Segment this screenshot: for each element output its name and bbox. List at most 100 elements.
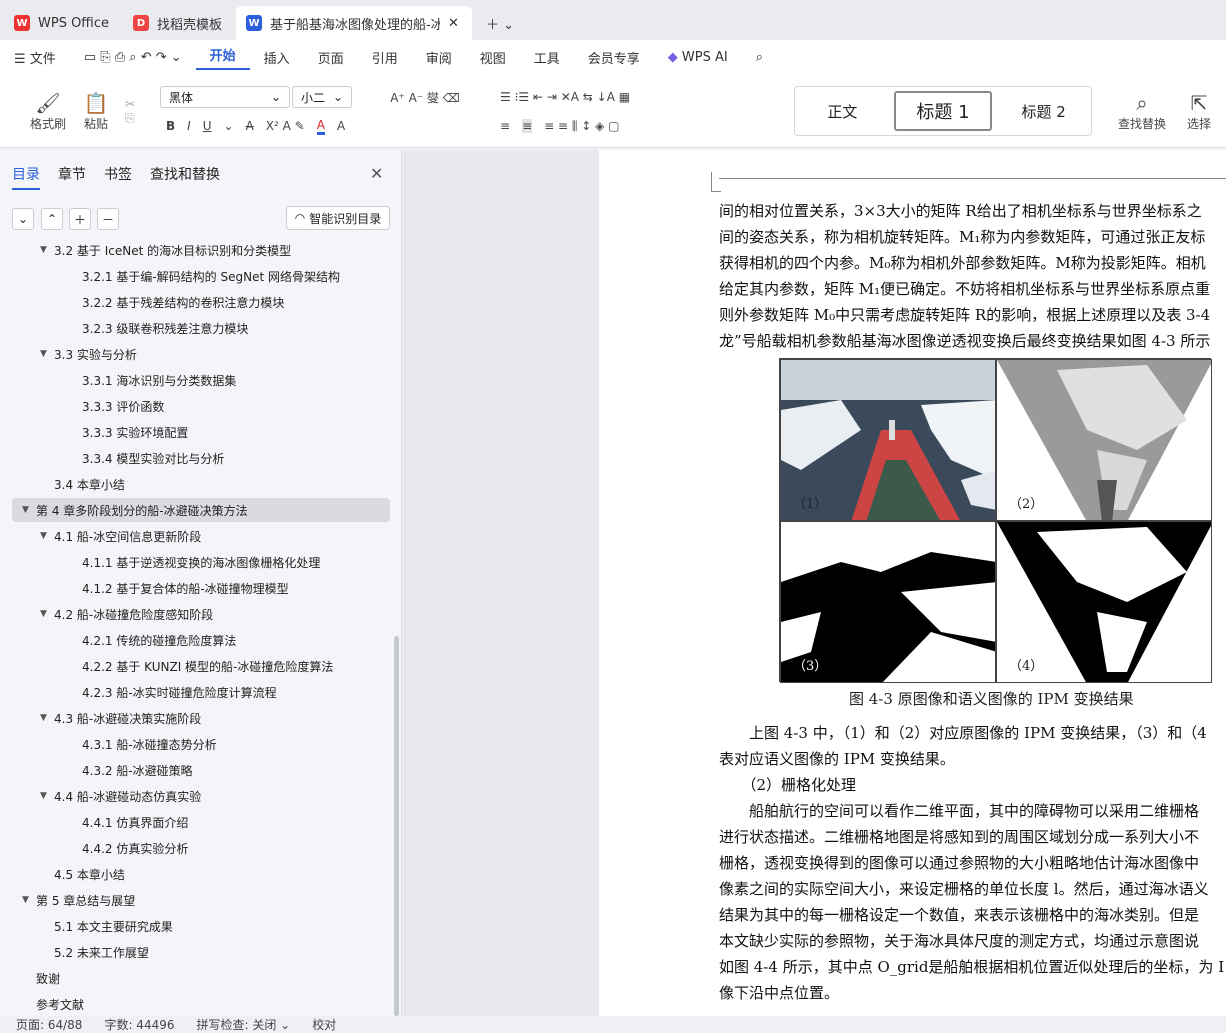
toc-item[interactable]: 5.1 本文主要研究成果 <box>12 914 390 938</box>
spell-check[interactable]: 拼写检查: 关闭 ⌄ <box>197 1016 291 1033</box>
image-semantic-ipm-transformed: （4） <box>996 521 1212 683</box>
toc-item-label: 3.3.3 评价函数 <box>82 399 165 414</box>
toc-item[interactable]: 3.2.3 级联卷积残差注意力模块 <box>12 316 390 340</box>
toc-item-label: 4.4.2 仿真实验分析 <box>82 841 189 856</box>
toc-item[interactable]: 3.4 本章小结 <box>12 472 390 496</box>
toc-item[interactable]: 3.2.2 基于残差结构的卷积注意力模块 <box>12 290 390 314</box>
toc-item[interactable]: 4.2.3 船-冰实时碰撞危险度计算流程 <box>12 680 390 704</box>
toc-item-label: 3.3.3 实验环境配置 <box>82 425 189 440</box>
toc-item[interactable]: 3.3.1 海冰识别与分类数据集 <box>12 368 390 392</box>
toc-item[interactable]: 4.1.2 基于复合体的船-冰碰撞物理模型 <box>12 576 390 600</box>
font-family-select[interactable]: 黑体 ⌄ <box>160 86 290 108</box>
add-icon[interactable]: ＋ <box>69 208 91 230</box>
paste-button[interactable]: 📋 粘贴 <box>74 84 118 138</box>
menu-review[interactable]: 审阅 <box>412 48 466 67</box>
menu-page[interactable]: 页面 <box>304 48 358 67</box>
text-line: 栅格，透视变换得到的图像可以通过参照物的大小粗略地估计海冰图像中 <box>719 854 1200 872</box>
toc-item[interactable]: 致谢 <box>12 966 390 990</box>
menu-member[interactable]: 会员专享 <box>574 48 654 67</box>
menu-file[interactable]: ☰ 文件 <box>0 48 70 67</box>
font-size-tools[interactable]: A⁺ A⁻ 燮 ⌫ <box>360 86 490 108</box>
toc-item[interactable]: 4.4.1 仿真界面介绍 <box>12 810 390 834</box>
scrollbar[interactable] <box>394 636 399 1016</box>
toc-item[interactable]: ▼ 4.1 船-冰空间信息更新阶段 <box>12 524 390 548</box>
close-tab-icon[interactable]: ✕ <box>448 16 459 31</box>
tab-bookmarks[interactable]: 书签 <box>104 164 132 190</box>
toc-item[interactable]: 3.3.3 实验环境配置 <box>12 420 390 444</box>
quick-access-icons[interactable]: ▭ ⎘ ⎙ ⌕ ↶ ↷ ⌄ <box>70 50 196 65</box>
toc-item-label: 4.5 本章小结 <box>54 867 125 882</box>
select-button[interactable]: ⇱ 选择 <box>1174 84 1224 138</box>
tab-document[interactable]: W 基于船基海冰图像处理的船-冰 ✕ <box>236 6 473 40</box>
toc-item[interactable]: ▼ 3.2 基于 IceNet 的海冰目标识别和分类模型 <box>12 238 390 262</box>
font-format-tools[interactable]: B I U ⌄ A X² A ✎ A A <box>160 114 490 138</box>
toc-item[interactable]: 参考文献 <box>12 992 390 1016</box>
toc-item[interactable]: ▼ 4.2 船-冰碰撞危险度感知阶段 <box>12 602 390 626</box>
expand-icon[interactable]: ⌃ <box>41 208 63 230</box>
smart-toc-button[interactable]: ◠ 智能识别目录 <box>286 206 390 230</box>
menu-reference[interactable]: 引用 <box>358 48 412 67</box>
menu-insert[interactable]: 插入 <box>250 48 304 67</box>
new-tab-button[interactable]: ＋ ⌄ <box>476 6 524 40</box>
close-icon[interactable]: ✕ <box>370 164 383 183</box>
menu-home[interactable]: 开始 <box>195 45 250 70</box>
menu-view[interactable]: 视图 <box>466 48 520 67</box>
toc-item[interactable]: ▼ 4.3 船-冰避碰决策实施阶段 <box>12 706 390 730</box>
tab-wps-office[interactable]: W WPS Office <box>4 6 119 40</box>
toc-item[interactable]: ▼ 第 4 章多阶段划分的船-冰避碰决策方法 <box>12 498 390 522</box>
toc-item[interactable]: 3.3.4 模型实验对比与分析 <box>12 446 390 470</box>
chevron-down-icon[interactable]: ▼ <box>40 531 54 541</box>
toc-item[interactable]: 4.1.1 基于逆透视变换的海冰图像栅格化处理 <box>12 550 390 574</box>
chevron-down-icon[interactable]: ▼ <box>40 245 54 255</box>
tab-find-replace[interactable]: 查找和替换 <box>150 164 220 190</box>
font-size-select[interactable]: 小二 ⌄ <box>292 86 352 108</box>
toc-item[interactable]: 4.2.2 基于 KUNZI 模型的船-冰碰撞危险度算法 <box>12 654 390 678</box>
search-icon[interactable]: ⌕ <box>742 50 777 65</box>
chevron-down-icon[interactable]: ▼ <box>22 895 36 905</box>
remove-icon[interactable]: － <box>97 208 119 230</box>
chevron-down-icon[interactable]: ▼ <box>40 791 54 801</box>
nav-tabs: 目录 章节 书签 查找和替换 <box>12 164 220 190</box>
toc-item-label: 3.2.2 基于残差结构的卷积注意力模块 <box>82 295 285 310</box>
toc-item[interactable]: 5.2 未来工作展望 <box>12 940 390 964</box>
style-heading-2[interactable]: 标题 2 <box>996 101 1091 122</box>
collapse-icon[interactable]: ⌄ <box>12 208 34 230</box>
format-painter-button[interactable]: 🖌 格式刷 <box>22 84 74 138</box>
style-heading-1[interactable]: 标题 1 <box>893 91 993 131</box>
toc-item[interactable]: 4.4.2 仿真实验分析 <box>12 836 390 860</box>
paragraph-tools[interactable]: ☰ ⁝☰ ⇤ ⇥ ✕A ⇆ ↓A ▦ <box>500 86 780 108</box>
chevron-down-icon[interactable]: ▼ <box>40 349 54 359</box>
text-line: （2）栅格化处理 <box>719 776 857 794</box>
toc-item[interactable]: 4.5 本章小结 <box>12 862 390 886</box>
toc-item[interactable]: ▼ 第 5 章总结与展望 <box>12 888 390 912</box>
navigation-pane: 目录 章节 书签 查找和替换 ✕ ⌄ ⌃ ＋ － ◠ 智能识别目录 ▼ 3.2 基于… <box>0 150 402 1016</box>
toc-item[interactable]: ▼ 4.4 船-冰避碰动态仿真实验 <box>12 784 390 808</box>
toc-item[interactable]: 4.3.1 船-冰碰撞态势分析 <box>12 732 390 756</box>
menu-wps-ai[interactable]: ◆ WPS AI <box>654 50 742 65</box>
text-line: 给定其内参数，矩阵 M₁便已确定。不妨将相机坐标系与世界坐标系原点重 <box>719 280 1211 298</box>
alignment-tools[interactable]: ≡ ≡ ≡ ≡ ⫼ ↕ ◈ ▢ <box>500 114 780 138</box>
tab-chapters[interactable]: 章节 <box>58 164 86 190</box>
toc-item[interactable]: 3.2.1 基于编-解码结构的 SegNet 网络骨架结构 <box>12 264 390 288</box>
page-count[interactable]: 页面: 64/88 <box>16 1016 82 1033</box>
proofread[interactable]: 校对 <box>312 1016 336 1033</box>
toc-item-label: 第 4 章多阶段划分的船-冰避碰决策方法 <box>36 503 248 518</box>
style-normal[interactable]: 正文 <box>795 101 890 122</box>
word-count[interactable]: 字数: 44496 <box>104 1016 174 1033</box>
image-semantic-ipm: （3） <box>780 521 996 683</box>
chevron-down-icon[interactable]: ▼ <box>40 609 54 619</box>
document-page[interactable]: 间的相对位置关系，3×3大小的矩阵 R给出了相机坐标系与世界坐标系之 间的姿态关系… <box>599 150 1226 1016</box>
toc-item-label: 5.2 未来工作展望 <box>54 945 149 960</box>
tab-toc[interactable]: 目录 <box>12 164 40 190</box>
toc-item[interactable]: 4.2.1 传统的碰撞危险度算法 <box>12 628 390 652</box>
toc-item[interactable]: 4.3.2 船-冰避碰策略 <box>12 758 390 782</box>
tab-template[interactable]: D 找稻壳模板 <box>123 6 232 40</box>
toc-item-label: 4.2.3 船-冰实时碰撞危险度计算流程 <box>82 685 277 700</box>
chevron-down-icon[interactable]: ▼ <box>22 505 36 515</box>
menu-tools[interactable]: 工具 <box>520 48 574 67</box>
find-replace-button[interactable]: ⌕ 查找替换 <box>1112 84 1172 138</box>
chevron-down-icon[interactable]: ▼ <box>40 713 54 723</box>
toc-item[interactable]: 3.3.3 评价函数 <box>12 394 390 418</box>
toc-item[interactable]: ▼ 3.3 实验与分析 <box>12 342 390 366</box>
cut-copy-icons[interactable]: ✂ ⎘ <box>118 86 142 136</box>
